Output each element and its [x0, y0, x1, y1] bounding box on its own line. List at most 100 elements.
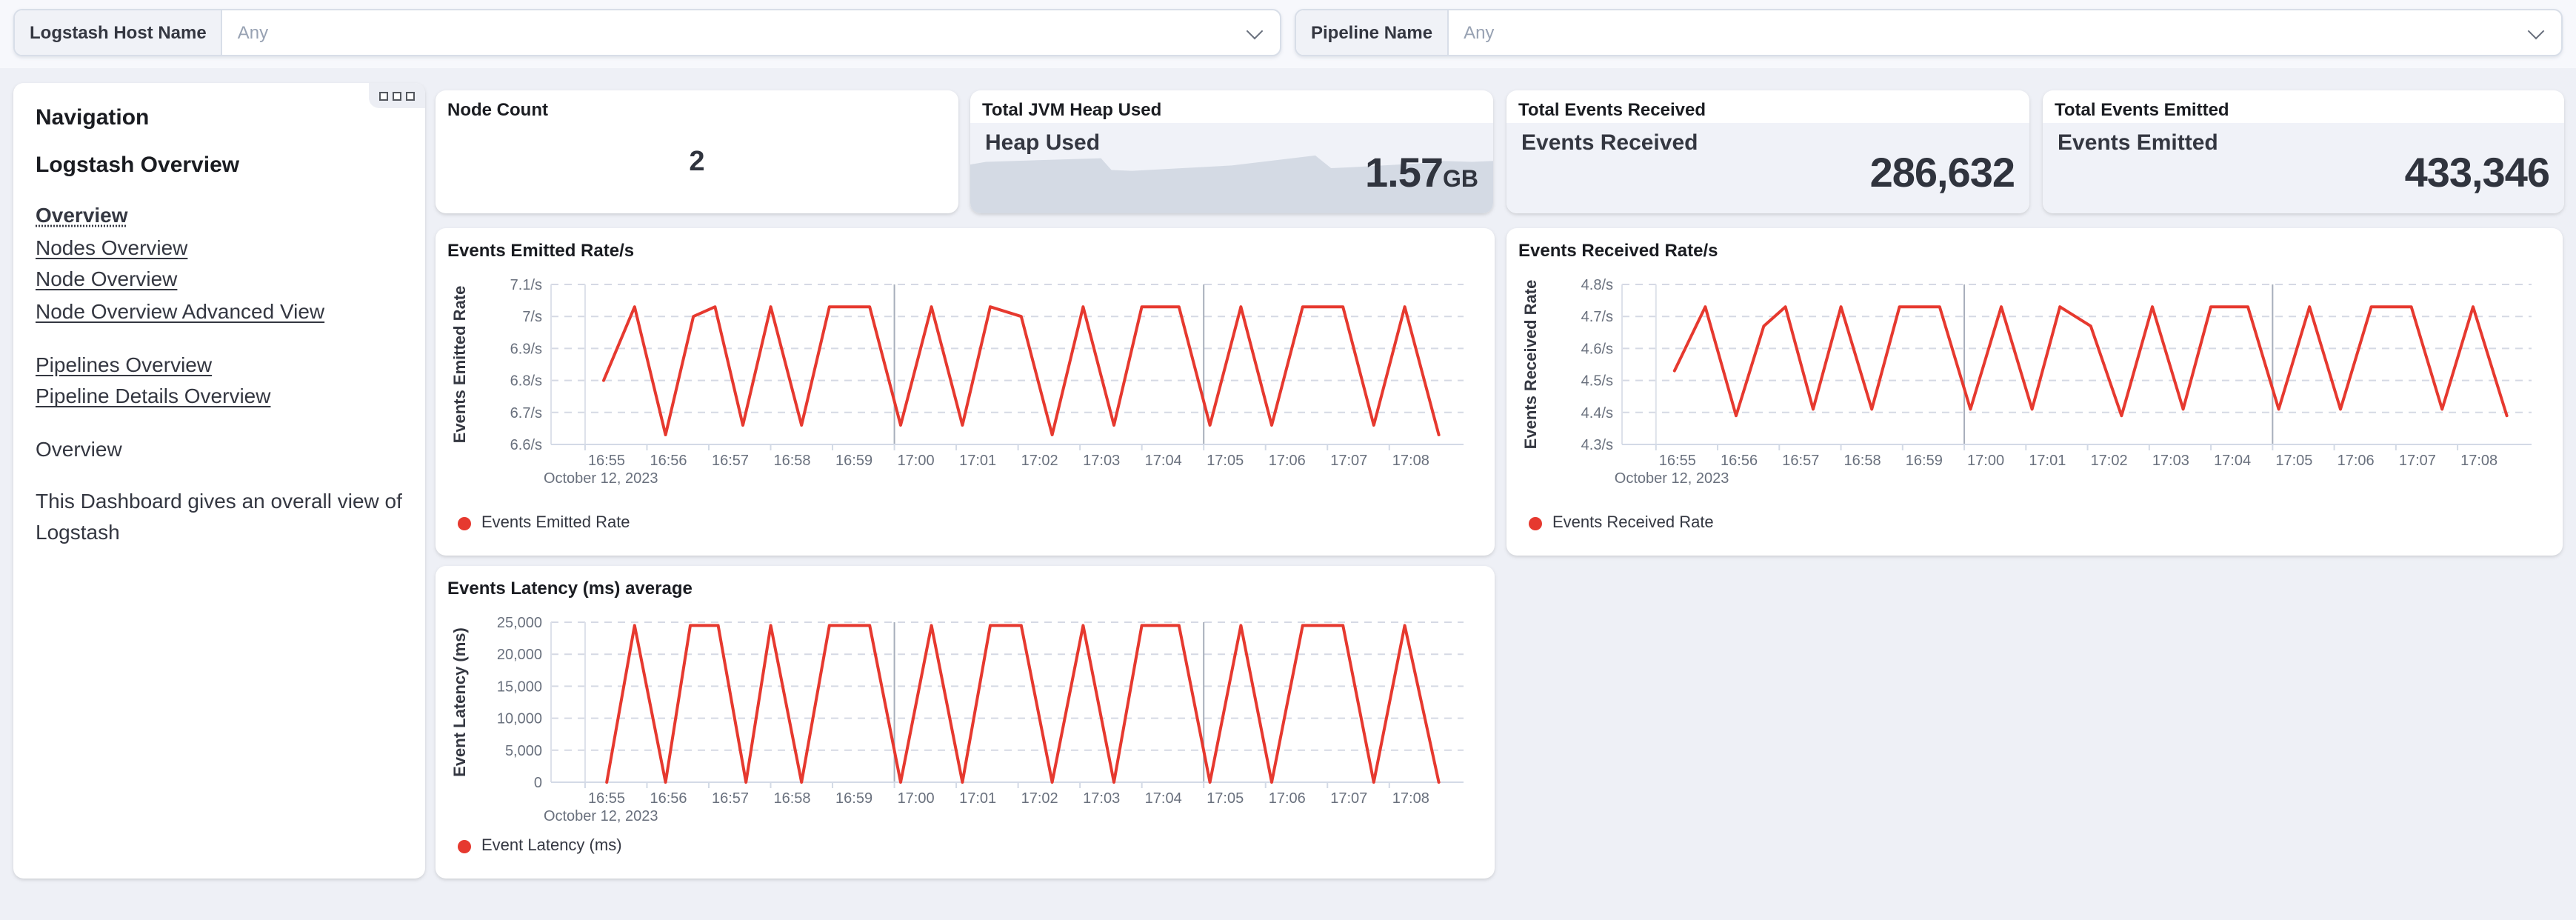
events-received-metric: Events Received 286,632 — [1506, 123, 2029, 213]
events-received-card: Total Events Received Events Received 28… — [1506, 90, 2029, 213]
legend-item-events-received-rate[interactable]: Events Received Rate — [1518, 505, 2551, 532]
svg-text:16:57: 16:57 — [1782, 453, 1819, 469]
metric-label: Events Received — [1521, 130, 1698, 156]
svg-text:25,000: 25,000 — [497, 615, 542, 631]
svg-text:17:08: 17:08 — [1392, 790, 1429, 807]
chart-title: Events Received Rate/s — [1518, 240, 1718, 261]
svg-text:16:59: 16:59 — [835, 453, 872, 469]
svg-text:17:05: 17:05 — [1207, 453, 1244, 469]
metric-label: Events Emitted — [2058, 130, 2218, 156]
filter-logstash-host-name[interactable]: Logstash Host Name Any — [13, 9, 1281, 56]
svg-text:16:59: 16:59 — [835, 790, 872, 807]
svg-text:17:05: 17:05 — [1207, 790, 1244, 807]
svg-text:16:57: 16:57 — [712, 790, 749, 807]
event-latency-chart[interactable]: Event Latency (ms) 25,000 20,000 15,000 10,0… — [447, 601, 1483, 828]
boxes-horizontal-icon — [379, 91, 388, 100]
svg-text:17:00: 17:00 — [898, 453, 935, 469]
svg-text:17:06: 17:06 — [1269, 453, 1306, 469]
svg-text:4.5/s: 4.5/s — [1581, 373, 1613, 390]
chart-title: Events Emitted Rate/s — [447, 240, 635, 261]
svg-text:15,000: 15,000 — [497, 679, 542, 695]
chevron-down-icon[interactable] — [1246, 21, 1264, 39]
svg-text:4.3/s: 4.3/s — [1581, 437, 1613, 453]
chevron-down-icon[interactable] — [2527, 21, 2545, 39]
svg-text:17:05: 17:05 — [2275, 453, 2312, 469]
svg-text:October 12, 2023: October 12, 2023 — [1615, 470, 1729, 487]
filter-logstash-host-name-value[interactable]: Any — [223, 10, 1249, 55]
svg-text:17:08: 17:08 — [1392, 453, 1429, 469]
events-received-value: 286,632 — [1869, 150, 2015, 196]
svg-text:17:02: 17:02 — [2091, 453, 2128, 469]
events-latency-panel: Events Latency (ms) average Event Latenc… — [436, 566, 1495, 879]
svg-text:16:55: 16:55 — [588, 790, 625, 807]
svg-text:7.1/s: 7.1/s — [510, 277, 542, 293]
events-emitted-rate-chart[interactable]: Events Emitted Rate 7.1/s 7/s 6.9/s 6.8/s 6.7… — [447, 264, 1483, 505]
svg-text:16:55: 16:55 — [1659, 453, 1696, 469]
svg-text:17:01: 17:01 — [959, 790, 996, 807]
jvm-heap-card: Total JVM Heap Used Heap Used 1.57GB — [970, 90, 1493, 213]
heap-used-unit: GB — [1443, 167, 1478, 193]
nav-link-pipelines-overview[interactable]: Pipelines Overview — [36, 350, 403, 381]
events-emitted-metric: Events Emitted 433,346 — [2043, 123, 2564, 213]
navigation-panel: Navigation Logstash Overview Overview No… — [13, 83, 425, 879]
svg-text:16:58: 16:58 — [774, 790, 811, 807]
svg-text:6.9/s: 6.9/s — [510, 341, 542, 357]
legend-dot-icon — [458, 516, 471, 530]
svg-text:0: 0 — [534, 775, 542, 791]
svg-text:17:02: 17:02 — [1021, 453, 1058, 469]
nav-link-nodes-overview[interactable]: Nodes Overview — [36, 232, 403, 264]
svg-text:4.4/s: 4.4/s — [1581, 405, 1613, 421]
legend-dot-icon — [458, 839, 471, 853]
events-received-rate-panel: Events Received Rate/s Events Received R… — [1506, 228, 2563, 556]
svg-text:16:59: 16:59 — [1906, 453, 1943, 469]
panel-options-button[interactable] — [369, 83, 425, 108]
nav-link-node-overview-advanced[interactable]: Node Overview Advanced View — [36, 296, 403, 328]
legend-item-events-emitted-rate[interactable]: Events Emitted Rate — [447, 505, 1483, 532]
nav-subheading: Overview — [36, 437, 122, 461]
svg-text:Events Emitted Rate: Events Emitted Rate — [450, 286, 469, 444]
panel-title: Total Events Emitted — [2055, 99, 2229, 120]
svg-text:17:02: 17:02 — [1021, 790, 1058, 807]
svg-text:17:07: 17:07 — [2399, 453, 2436, 469]
svg-text:16:57: 16:57 — [712, 453, 749, 469]
legend-item-event-latency[interactable]: Event Latency (ms) — [447, 828, 1483, 855]
svg-text:16:56: 16:56 — [650, 453, 687, 469]
dashboard-canvas: Navigation Logstash Overview Overview No… — [0, 68, 2576, 920]
svg-text:October 12, 2023: October 12, 2023 — [544, 808, 658, 824]
svg-text:16:58: 16:58 — [774, 453, 811, 469]
svg-text:16:58: 16:58 — [1844, 453, 1881, 469]
jvm-heap-metric: Heap Used 1.57GB — [970, 123, 1493, 213]
svg-text:20,000: 20,000 — [497, 647, 542, 663]
navigation-section-title: Logstash Overview — [36, 153, 240, 178]
svg-text:17:00: 17:00 — [898, 790, 935, 807]
svg-text:4.8/s: 4.8/s — [1581, 277, 1613, 293]
events-received-rate-chart[interactable]: Events Received Rate 4.8/s 4.7/s 4.6/s 4.5/s… — [1518, 264, 2551, 505]
svg-text:6.6/s: 6.6/s — [510, 437, 542, 453]
svg-text:17:01: 17:01 — [2029, 453, 2066, 469]
svg-text:16:55: 16:55 — [588, 453, 625, 469]
heap-used-value: 1.57GB — [1365, 150, 1478, 196]
filter-bar: Logstash Host Name Any Pipeline Name Any — [13, 9, 2563, 56]
filter-pipeline-name[interactable]: Pipeline Name Any — [1295, 9, 2563, 56]
panel-title: Total JVM Heap Used — [982, 99, 1162, 120]
svg-text:Events Received Rate: Events Received Rate — [1521, 280, 1540, 450]
filter-pipeline-name-value[interactable]: Any — [1449, 10, 2530, 55]
navigation-title: Navigation — [36, 105, 150, 130]
svg-text:17:03: 17:03 — [1083, 790, 1120, 807]
svg-text:17:03: 17:03 — [1083, 453, 1120, 469]
nav-link-node-overview[interactable]: Node Overview — [36, 264, 403, 296]
events-emitted-value: 433,346 — [2404, 150, 2550, 196]
nav-description: This Dashboard gives an overall view of … — [36, 489, 402, 544]
svg-text:4.7/s: 4.7/s — [1581, 309, 1613, 325]
node-count-card: Node Count 2 — [436, 90, 958, 213]
svg-text:17:04: 17:04 — [2214, 453, 2251, 469]
chart-title: Events Latency (ms) average — [447, 578, 693, 599]
panel-title: Total Events Received — [1518, 99, 1706, 120]
svg-text:17:06: 17:06 — [2338, 453, 2375, 469]
nav-link-pipeline-details-overview[interactable]: Pipeline Details Overview — [36, 381, 403, 413]
panel-title: Node Count — [447, 99, 548, 120]
nav-link-overview[interactable]: Overview — [36, 200, 403, 232]
svg-text:6.7/s: 6.7/s — [510, 405, 542, 421]
svg-text:10,000: 10,000 — [497, 711, 542, 727]
filter-pipeline-name-label: Pipeline Name — [1296, 10, 1449, 55]
